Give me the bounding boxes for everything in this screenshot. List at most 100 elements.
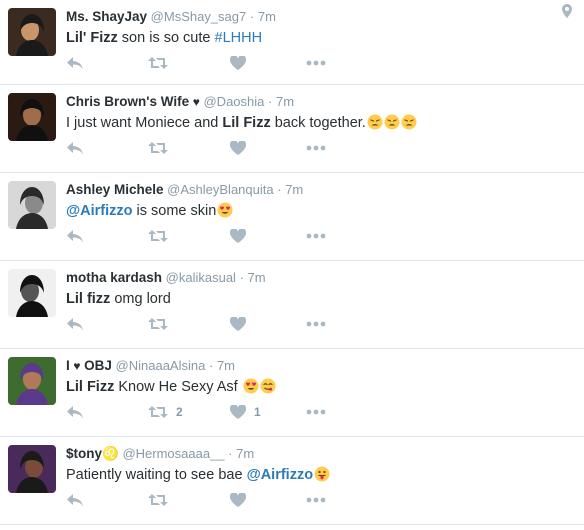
tweet-text-segment: is some skin [132, 203, 217, 219]
tweet-text: Lil fizz omg lord [66, 289, 574, 309]
reply-button[interactable] [66, 315, 84, 333]
tweet-text-segment: son is so cute [117, 30, 215, 46]
avatar[interactable] [8, 8, 56, 56]
separator-dot: · [268, 94, 273, 109]
tweet-content: I ♥ OBJ @NinaaaAlsina · 7m Lil Fizz Know … [66, 357, 574, 419]
timestamp[interactable]: 7m [276, 94, 294, 109]
like-button[interactable] [230, 227, 246, 245]
reply-button[interactable] [66, 403, 84, 421]
username[interactable]: @kalikasual [166, 270, 236, 285]
timestamp[interactable]: 7m [217, 358, 235, 373]
avatar[interactable] [8, 357, 56, 405]
username[interactable]: @AshleyBlanquita [167, 182, 273, 197]
retweet-button[interactable] [148, 139, 168, 157]
tweet-text: Lil' Fizz son is so cute #LHHH [66, 28, 574, 48]
tweet-text-segment: Lil Fizz [222, 115, 271, 131]
like-count: 1 [254, 405, 261, 419]
retweet-icon [148, 318, 168, 330]
username[interactable]: @Hermosaaaa__ [122, 446, 224, 461]
display-name[interactable]: Ms. ShayJay [66, 9, 147, 24]
reply-icon [67, 406, 83, 419]
more-button[interactable] [306, 491, 326, 509]
more-button[interactable] [306, 403, 326, 421]
tweet-actions [66, 139, 366, 157]
display-name[interactable]: motha kardash [66, 270, 162, 285]
heart-icon [230, 229, 246, 243]
like-button[interactable] [230, 54, 246, 72]
separator-dot: · [239, 270, 244, 285]
retweet-icon [148, 406, 168, 418]
heart-icon [230, 56, 246, 70]
tweet-content: $tony♌ @Hermosaaaa__ · 7m Patiently waiti… [66, 445, 574, 507]
reply-icon [67, 230, 83, 243]
username[interactable]: @NinaaaAlsina [116, 358, 206, 373]
separator-dot: · [277, 182, 282, 197]
tweet-text-segment: I just want Moniece and [66, 115, 223, 131]
avatar[interactable] [8, 445, 56, 493]
tweet-text-segment: Lil fizz [66, 291, 111, 307]
tweet-content: Ms. ShayJay @MsShay_sag7 · 7m Lil' Fizz s… [66, 8, 574, 70]
tweet[interactable]: $tony♌ @Hermosaaaa__ · 7m Patiently waiti… [0, 437, 584, 525]
like-button[interactable] [230, 139, 246, 157]
more-button[interactable] [306, 139, 326, 157]
tweet-content: Ashley Michele @AshleyBlanquita · 7m @Air… [66, 181, 574, 243]
heart-icon [230, 405, 246, 419]
reply-button[interactable] [66, 139, 84, 157]
avatar[interactable] [8, 181, 56, 229]
more-button[interactable] [306, 315, 326, 333]
tweet-link[interactable]: @Airfizzo [66, 203, 133, 219]
retweet-button[interactable] [148, 227, 168, 245]
tweet[interactable]: Chris Brown's Wife ♥ @Daoshia · 7m I just… [0, 85, 584, 173]
retweet-button[interactable]: 2 [148, 403, 183, 421]
tweet[interactable]: Ms. ShayJay @MsShay_sag7 · 7m Lil' Fizz s… [0, 0, 584, 85]
tweet-header: Ms. ShayJay @MsShay_sag7 · 7m [66, 8, 574, 26]
tweet-header: motha kardash @kalikasual · 7m [66, 269, 574, 287]
retweet-button[interactable] [148, 54, 168, 72]
display-name[interactable]: Chris Brown's Wife [66, 94, 189, 109]
timestamp[interactable]: 7m [236, 446, 254, 461]
username[interactable]: @MsShay_sag7 [151, 9, 247, 24]
avatar[interactable] [8, 269, 56, 317]
retweet-icon [148, 494, 168, 506]
tweet[interactable]: I ♥ OBJ @NinaaaAlsina · 7m Lil Fizz Know … [0, 349, 584, 437]
tweet-content: Chris Brown's Wife ♥ @Daoshia · 7m I just… [66, 93, 574, 155]
tweet-link[interactable]: #LHHH [215, 30, 263, 46]
black-heart-icon: ♥ [192, 95, 200, 109]
reply-button[interactable] [66, 54, 84, 72]
like-button[interactable] [230, 315, 246, 333]
display-name[interactable]: Ashley Michele [66, 182, 164, 197]
tweet[interactable]: Ashley Michele @AshleyBlanquita · 7m @Air… [0, 173, 584, 261]
avatar[interactable] [8, 93, 56, 141]
heart-eyes-emoji-icon [243, 378, 259, 394]
timestamp[interactable]: 7m [285, 182, 303, 197]
tweet-header: I ♥ OBJ @NinaaaAlsina · 7m [66, 357, 574, 375]
display-name[interactable]: $tony♌ [66, 446, 119, 461]
timestamp[interactable]: 7m [258, 9, 276, 24]
tweet-header: $tony♌ @Hermosaaaa__ · 7m [66, 445, 574, 463]
like-button[interactable]: 1 [230, 403, 261, 421]
heart-icon [230, 493, 246, 507]
more-button[interactable] [306, 54, 326, 72]
more-icon [306, 321, 326, 327]
tweet-content: motha kardash @kalikasual · 7m Lil fizz o… [66, 269, 574, 331]
more-icon [306, 233, 326, 239]
weary-face-emoji-icon [367, 114, 383, 130]
like-button[interactable] [230, 491, 246, 509]
retweet-button[interactable] [148, 491, 168, 509]
more-button[interactable] [306, 227, 326, 245]
timestamp[interactable]: 7m [248, 270, 266, 285]
reply-icon [67, 318, 83, 331]
username[interactable]: @Daoshia [203, 94, 264, 109]
retweet-button[interactable] [148, 315, 168, 333]
tweet-actions [66, 54, 366, 72]
tweet[interactable]: motha kardash @kalikasual · 7m Lil fizz o… [0, 261, 584, 349]
reply-button[interactable] [66, 491, 84, 509]
reply-icon [67, 494, 83, 507]
display-name[interactable]: I [66, 358, 70, 373]
heart-icon [230, 317, 246, 331]
black-heart-icon: ♥ [73, 359, 81, 373]
separator-dot: · [228, 446, 233, 461]
weary-face-emoji-icon [384, 114, 400, 130]
reply-button[interactable] [66, 227, 84, 245]
tweet-link[interactable]: @Airfizzo [247, 467, 314, 483]
